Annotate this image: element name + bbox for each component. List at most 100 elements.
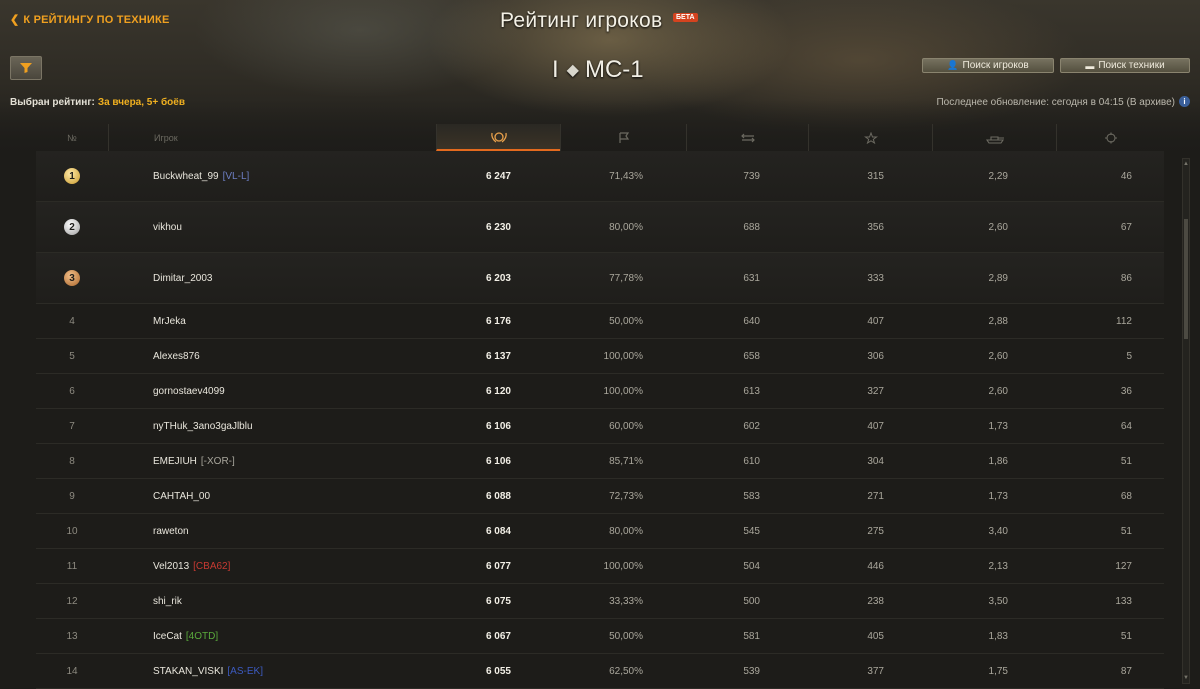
rank-cell: 2 xyxy=(36,202,108,252)
scroll-down-arrow-icon[interactable]: ▼ xyxy=(1183,675,1189,681)
scroll-up-arrow-icon[interactable]: ▲ xyxy=(1183,161,1189,167)
experience-cell: 407 xyxy=(867,315,884,327)
winrate-cell: 50,00% xyxy=(609,630,643,642)
clan-tag-link[interactable]: [AS-EK] xyxy=(227,666,263,677)
rating-score-cell: 6 203 xyxy=(485,272,511,284)
clan-tag-link[interactable]: [-XOR-] xyxy=(201,456,235,467)
damage-cell: 2,13 xyxy=(988,560,1008,572)
column-header-damage[interactable] xyxy=(932,124,1056,151)
vehicle-tier: I xyxy=(552,56,559,83)
winrate-cell: 100,00% xyxy=(603,350,643,362)
table-row[interactable]: 10 raweton 6 084 80,00% 545 275 3,40 51 xyxy=(36,514,1164,549)
page-title: Рейтинг игроков xyxy=(500,9,663,32)
rank-cell: 9 xyxy=(69,490,75,502)
scrollbar-thumb[interactable] xyxy=(1184,219,1188,339)
scrollbar[interactable]: ▲ ▼ xyxy=(1182,158,1190,684)
player-name-link[interactable]: CAHTAH_00 xyxy=(153,491,210,502)
player-cell: MrJeka xyxy=(153,304,453,338)
player-name-link[interactable]: MrJeka xyxy=(153,316,186,327)
back-to-vehicle-rating-link[interactable]: ❮ К РЕЙТИНГУ ПО ТЕХНИКЕ xyxy=(10,13,170,26)
player-name-link[interactable]: Dimitar_2003 xyxy=(153,273,212,284)
column-header-rank[interactable]: № xyxy=(36,124,108,151)
table-row[interactable]: 1 Buckwheat_99 [VL-L] 6 247 71,43% 739 315 2,29… xyxy=(36,151,1164,202)
column-header-battles[interactable] xyxy=(686,124,808,151)
column-header-experience[interactable] xyxy=(808,124,932,151)
last-update-text: Последнее обновление: сегодня в 04:15 (В… xyxy=(936,97,1175,108)
damage-cell: 1,73 xyxy=(988,420,1008,432)
rating-score-cell: 6 075 xyxy=(485,595,511,607)
rank-cell: 5 xyxy=(69,350,75,362)
player-name-link[interactable]: Alexes876 xyxy=(153,351,200,362)
table-row[interactable]: 13 IceCat [4OTD] 6 067 50,00% 581 405 1,83 51 xyxy=(36,619,1164,654)
player-name-link[interactable]: EMEJIUH xyxy=(153,456,197,467)
selected-rating-label: Выбран рейтинг: xyxy=(10,97,95,108)
player-name-link[interactable]: IceCat xyxy=(153,631,182,642)
battles-cell: 539 xyxy=(743,665,760,677)
table-row[interactable]: 7 nyTHuk_3ano3gaJlblu 6 106 60,00% 602 407 1,7… xyxy=(36,409,1164,444)
table-row[interactable]: 14 STAKAN_VISKI [AS-EK] 6 055 62,50% 539 377 1,… xyxy=(36,654,1164,689)
rating-score-cell: 6 120 xyxy=(485,385,511,397)
table-row[interactable]: 9 CAHTAH_00 6 088 72,73% 583 271 1,73 68 xyxy=(36,479,1164,514)
table-row[interactable]: 2 vikhou 6 230 80,00% 688 356 2,60 67 xyxy=(36,202,1164,253)
info-icon[interactable]: i xyxy=(1179,96,1190,107)
frags-cell: 36 xyxy=(1120,385,1132,397)
battles-icon xyxy=(740,133,755,142)
experience-cell: 315 xyxy=(867,170,884,182)
rating-score-cell: 6 137 xyxy=(485,350,511,362)
table-row[interactable]: 8 EMEJIUH [-XOR-] 6 106 85,71% 610 304 1,86 51 xyxy=(36,444,1164,479)
winrate-cell: 62,50% xyxy=(609,665,643,677)
filter-button[interactable] xyxy=(10,56,42,80)
win-flag-icon xyxy=(618,131,629,143)
damage-cell: 2,29 xyxy=(988,170,1008,182)
player-cell: IceCat [4OTD] xyxy=(153,619,453,653)
find-vehicles-button[interactable]: ▬ Поиск техники xyxy=(1060,58,1190,73)
column-header-rating[interactable] xyxy=(436,124,560,151)
column-header-winrate[interactable] xyxy=(560,124,686,151)
player-name-link[interactable]: Buckwheat_99 xyxy=(153,171,219,182)
experience-cell: 238 xyxy=(867,595,884,607)
gold-medal-icon: 1 xyxy=(64,168,80,184)
player-name-link[interactable]: STAKAN_VISKI xyxy=(153,666,223,677)
player-name-link[interactable]: nyTHuk_3ano3gaJlblu xyxy=(153,421,253,432)
table-row[interactable]: 6 gornostaev4099 6 120 100,00% 613 327 2,60 36 xyxy=(36,374,1164,409)
experience-cell: 271 xyxy=(867,490,884,502)
filter-icon xyxy=(20,63,32,73)
clan-tag-link[interactable]: [CBA62] xyxy=(193,561,230,572)
battles-cell: 688 xyxy=(743,221,760,233)
frags-cell: 51 xyxy=(1120,455,1132,467)
player-name-link[interactable]: Vel2013 xyxy=(153,561,189,572)
player-cell: Alexes876 xyxy=(153,339,453,373)
table-row[interactable]: 5 Alexes876 6 137 100,00% 658 306 2,60 5 xyxy=(36,339,1164,374)
column-header-frags[interactable] xyxy=(1056,124,1164,151)
player-name-link[interactable]: raweton xyxy=(153,526,189,537)
clan-tag-link[interactable]: [4OTD] xyxy=(186,631,218,642)
rating-score-cell: 6 055 xyxy=(485,665,511,677)
damage-tank-icon xyxy=(985,135,1004,144)
rank-cell: 11 xyxy=(66,560,78,572)
chevron-left-icon: ❮ xyxy=(10,14,20,26)
table-row[interactable]: 3 Dimitar_2003 6 203 77,78% 631 333 2,89 86 xyxy=(36,253,1164,304)
clan-tag-link[interactable]: [VL-L] xyxy=(223,171,250,182)
player-name-link[interactable]: vikhou xyxy=(153,222,182,233)
player-cell: Dimitar_2003 xyxy=(153,253,453,303)
rating-score-cell: 6 247 xyxy=(485,170,511,182)
damage-cell: 2,60 xyxy=(988,385,1008,397)
winrate-cell: 60,00% xyxy=(609,420,643,432)
player-name-link[interactable]: shi_rik xyxy=(153,596,182,607)
column-header-player[interactable]: Игрок xyxy=(108,124,436,151)
experience-cell: 407 xyxy=(867,420,884,432)
beta-badge: БЕТА xyxy=(673,13,698,22)
selected-rating-value[interactable]: За вчера, 5+ боёв xyxy=(98,97,185,108)
experience-cell: 446 xyxy=(867,560,884,572)
player-cell: gornostaev4099 xyxy=(153,374,453,408)
table-row[interactable]: 11 Vel2013 [CBA62] 6 077 100,00% 504 446 2,13 12… xyxy=(36,549,1164,584)
table-row[interactable]: 12 shi_rik 6 075 33,33% 500 238 3,50 133 xyxy=(36,584,1164,619)
player-cell: raweton xyxy=(153,514,453,548)
experience-cell: 333 xyxy=(867,272,884,284)
player-name-link[interactable]: gornostaev4099 xyxy=(153,386,225,397)
rank-cell: 8 xyxy=(69,455,75,467)
find-players-button[interactable]: 👤 Поиск игроков xyxy=(922,58,1054,73)
damage-cell: 3,50 xyxy=(988,595,1008,607)
frags-icon xyxy=(1104,132,1117,143)
table-row[interactable]: 4 MrJeka 6 176 50,00% 640 407 2,88 112 xyxy=(36,304,1164,339)
